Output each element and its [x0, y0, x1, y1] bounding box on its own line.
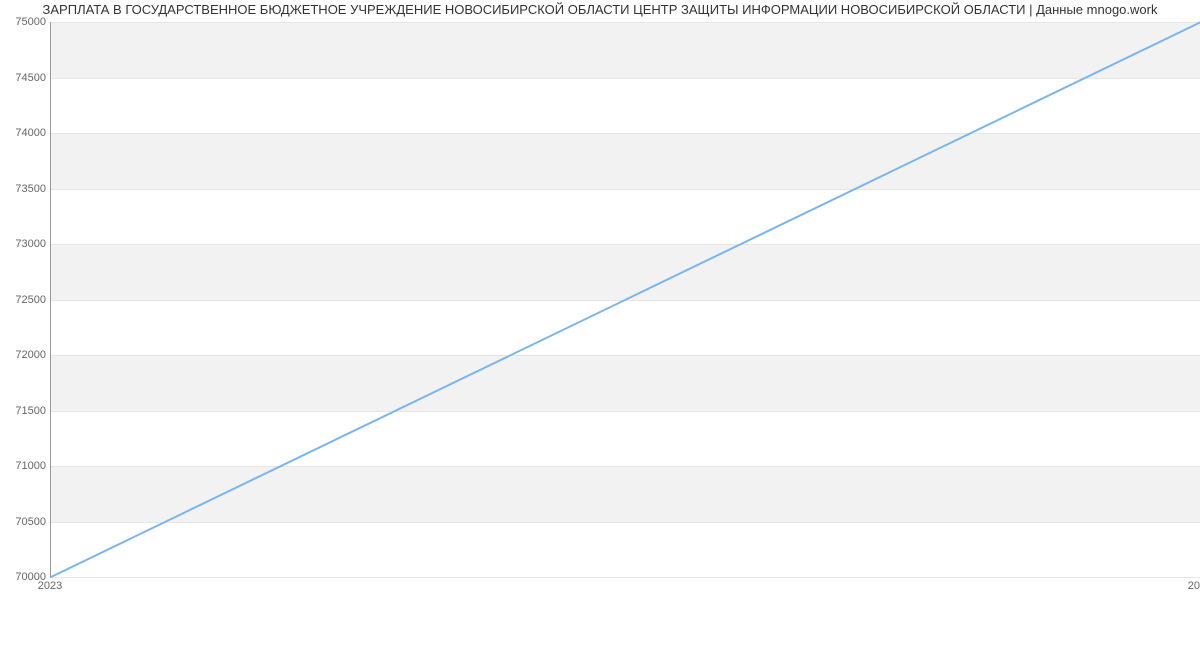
- y-tick-label: 74500: [1, 72, 46, 84]
- y-tick-label: 74000: [1, 127, 46, 139]
- y-tick-label: 70500: [1, 516, 46, 528]
- y-tick-label: 73500: [1, 183, 46, 195]
- line-layer: [51, 22, 1200, 577]
- y-tick-label: 73000: [1, 238, 46, 250]
- series-line-0: [51, 22, 1200, 577]
- y-tick-label: 75000: [1, 16, 46, 28]
- plot-area: [50, 22, 1200, 578]
- x-tick-label: 2023: [38, 580, 62, 592]
- y-tick-label: 72500: [1, 294, 46, 306]
- gridline: [51, 577, 1200, 578]
- chart-title: ЗАРПЛАТА В ГОСУДАРСТВЕННОЕ БЮДЖЕТНОЕ УЧР…: [0, 2, 1200, 17]
- y-tick-label: 71000: [1, 460, 46, 472]
- y-tick-label: 72000: [1, 349, 46, 361]
- x-tick-label: 2024: [1188, 580, 1200, 592]
- y-tick-label: 71500: [1, 405, 46, 417]
